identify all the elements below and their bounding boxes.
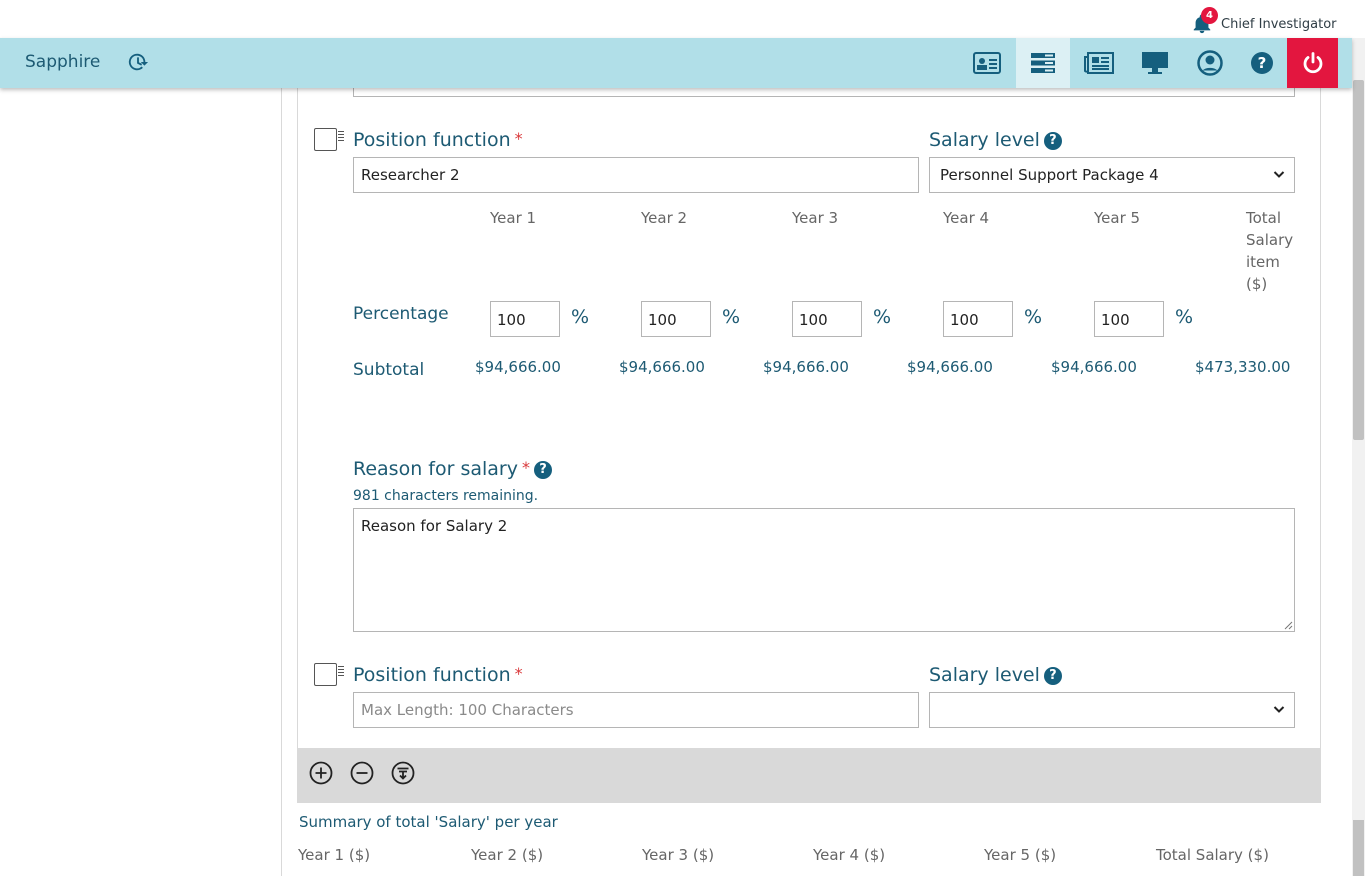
percentage-input-year-3[interactable]: 100 xyxy=(792,301,862,337)
percent-sign: % xyxy=(571,306,590,328)
user-role[interactable]: Chief Investigator xyxy=(1221,17,1337,32)
help-icon[interactable]: ? xyxy=(533,460,552,479)
brand-name[interactable]: Sapphire xyxy=(25,52,100,72)
year-header: Year 1 xyxy=(490,209,537,227)
entry-toolbar xyxy=(297,748,1321,803)
top-strip xyxy=(0,0,1365,38)
add-circle-icon[interactable] xyxy=(309,761,333,785)
salary-level-select[interactable] xyxy=(929,692,1295,728)
summary-header: Year 5 ($) xyxy=(984,846,1057,864)
subtotal-year-3: $94,666.00 xyxy=(763,358,849,376)
position-function-input[interactable]: Researcher 2 xyxy=(353,157,919,193)
subtotal-year-4: $94,666.00 xyxy=(907,358,993,376)
percentage-input-year-4[interactable]: 100 xyxy=(943,301,1013,337)
scrollbar-thumb-lower[interactable] xyxy=(1353,820,1364,876)
subtotal-year-1: $94,666.00 xyxy=(475,358,561,376)
help-icon: ? xyxy=(1251,52,1273,74)
nav-profile-card-button[interactable] xyxy=(960,38,1014,88)
summary-title: Summary of total 'Salary' per year xyxy=(299,813,558,831)
summary-header: Total Salary ($) xyxy=(1156,846,1269,864)
year-header: Year 5 xyxy=(1094,209,1141,227)
subtotal-year-5: $94,666.00 xyxy=(1051,358,1137,376)
position-function-label: Position function * xyxy=(353,129,523,151)
history-icon[interactable] xyxy=(127,51,149,73)
resize-grip-icon[interactable] xyxy=(1283,620,1293,630)
salary-level-value: Personnel Support Package 4 xyxy=(940,166,1159,184)
nav-help-button[interactable]: ? xyxy=(1235,38,1289,88)
left-panel xyxy=(0,88,282,876)
summary-header: Year 2 ($) xyxy=(471,846,544,864)
position-function-input[interactable]: Max Length: 100 Characters xyxy=(353,692,919,728)
summary-header: Year 1 ($) xyxy=(298,846,371,864)
subtotal-year-2: $94,666.00 xyxy=(619,358,705,376)
percent-sign: % xyxy=(722,306,741,328)
chevron-down-icon xyxy=(1273,706,1285,713)
percentage-label: Percentage xyxy=(353,304,449,324)
nav-monitor-button[interactable] xyxy=(1128,38,1182,88)
subtotal-total: $473,330.00 xyxy=(1195,358,1291,376)
percentage-input-year-1[interactable]: 100 xyxy=(490,301,560,337)
percent-sign: % xyxy=(1175,306,1194,328)
svg-text:?: ? xyxy=(1258,54,1267,72)
percent-sign: % xyxy=(1024,306,1043,328)
list-icon xyxy=(1031,53,1055,73)
remove-circle-icon[interactable] xyxy=(350,761,374,785)
nav-news-button[interactable] xyxy=(1072,38,1126,88)
salary-level-select[interactable]: Personnel Support Package 4 xyxy=(929,157,1295,193)
drag-handle-icon[interactable] xyxy=(338,666,344,678)
scrollbar-thumb[interactable] xyxy=(1353,80,1364,440)
chevron-down-icon xyxy=(1273,171,1285,178)
percent-sign: % xyxy=(873,306,892,328)
position-function-label: Position function * xyxy=(353,664,523,686)
help-icon[interactable]: ? xyxy=(1043,131,1062,150)
user-circle-icon xyxy=(1197,50,1223,76)
monitor-icon xyxy=(1142,52,1168,74)
entry-select-checkbox[interactable] xyxy=(314,128,337,151)
notification-badge: 4 xyxy=(1201,7,1218,24)
percentage-input-year-5[interactable]: 100 xyxy=(1094,301,1164,337)
navbar: Sapphire ? xyxy=(0,38,1352,88)
total-header: Total Salary item ($) xyxy=(1246,209,1294,293)
characters-remaining: 981 characters remaining. xyxy=(353,488,539,504)
filter-circle-icon[interactable] xyxy=(391,761,415,785)
summary-header: Year 4 ($) xyxy=(813,846,886,864)
logout-button[interactable] xyxy=(1287,38,1338,88)
summary-header: Year 3 ($) xyxy=(642,846,715,864)
subtotal-label: Subtotal xyxy=(353,360,425,380)
nav-account-button[interactable] xyxy=(1183,38,1237,88)
year-header: Year 2 xyxy=(641,209,688,227)
nav-list-button[interactable] xyxy=(1016,38,1070,88)
id-card-icon xyxy=(973,52,1001,74)
power-icon xyxy=(1303,52,1322,74)
salary-level-label: Salary level? xyxy=(929,129,1062,151)
reason-for-salary-textarea[interactable]: Reason for Salary 2 xyxy=(353,508,1295,632)
entry-select-checkbox[interactable] xyxy=(314,663,337,686)
year-header: Year 4 xyxy=(943,209,990,227)
reason-for-salary-label: Reason for salary *? xyxy=(353,458,552,480)
help-icon[interactable]: ? xyxy=(1043,666,1062,685)
salary-level-label: Salary level? xyxy=(929,664,1062,686)
drag-handle-icon[interactable] xyxy=(338,131,344,143)
percentage-input-year-2[interactable]: 100 xyxy=(641,301,711,337)
newspaper-icon xyxy=(1084,52,1114,74)
year-header: Year 3 xyxy=(792,209,839,227)
